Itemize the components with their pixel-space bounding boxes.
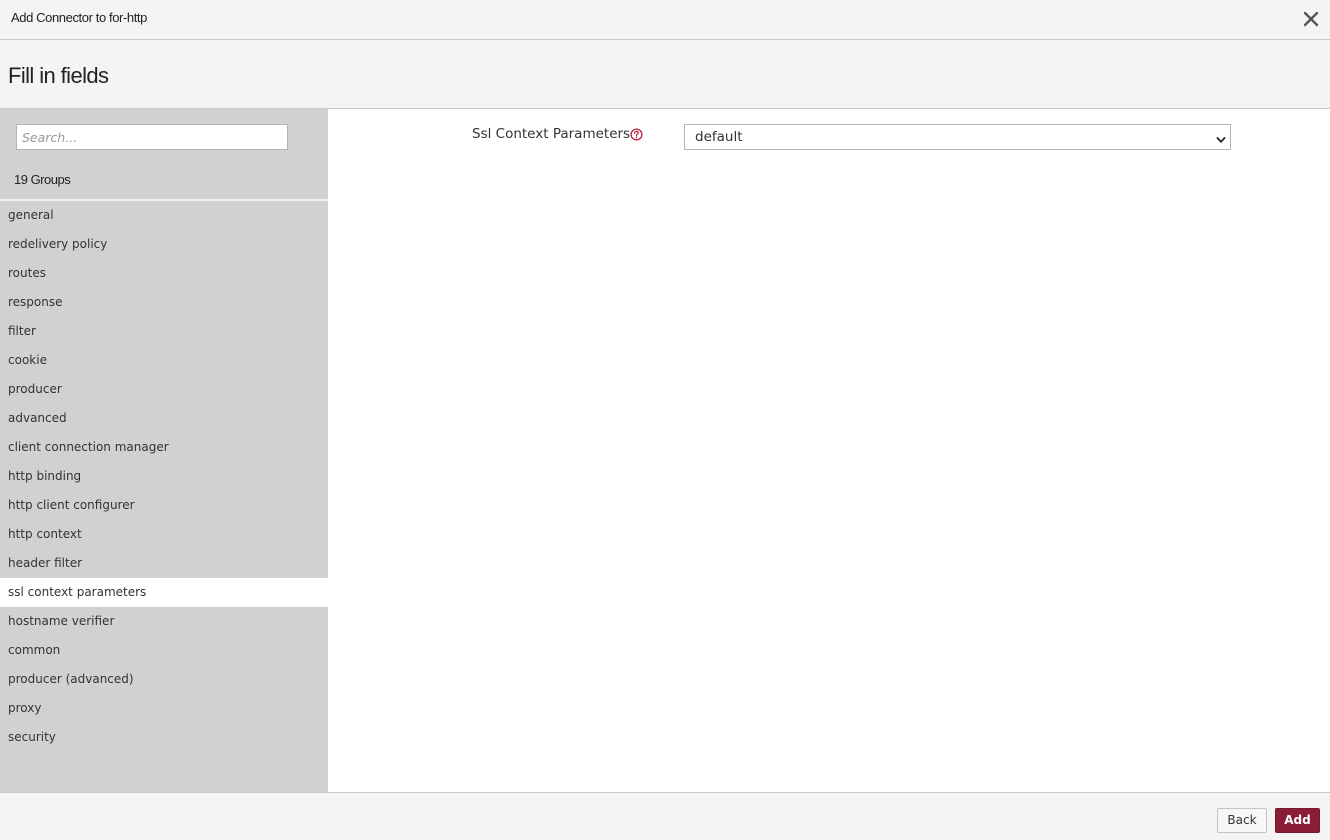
page-title: Fill in fields [8, 63, 109, 88]
sidebar-item-routes[interactable]: routes [0, 259, 328, 288]
sidebar-item-producer-advanced[interactable]: producer (advanced) [0, 665, 328, 694]
sidebar-item-common[interactable]: common [0, 636, 328, 665]
group-count: 19 Groups [14, 172, 71, 187]
group-list: general redelivery policy routes response fi… [0, 201, 328, 752]
sidebar-item-client-connection-manager[interactable]: client connection manager [0, 433, 328, 462]
sidebar-item-header-filter[interactable]: header filter [0, 549, 328, 578]
close-icon[interactable] [1299, 7, 1323, 31]
search-input[interactable] [16, 124, 288, 150]
sidebar-item-security[interactable]: security [0, 723, 328, 752]
sidebar-item-hostname-verifier[interactable]: hostname verifier [0, 607, 328, 636]
question-circle-icon[interactable] [630, 128, 643, 141]
sidebar-item-filter[interactable]: filter [0, 317, 328, 346]
sidebar-item-redelivery-policy[interactable]: redelivery policy [0, 230, 328, 259]
sidebar-item-proxy[interactable]: proxy [0, 694, 328, 723]
sidebar-item-http-context[interactable]: http context [0, 520, 328, 549]
sidebar-item-advanced[interactable]: advanced [0, 404, 328, 433]
ssl-context-parameters-select[interactable]: default [684, 124, 1231, 150]
dialog-titlebar: Add Connector to for-http [0, 0, 1330, 40]
sidebar-item-http-binding[interactable]: http binding [0, 462, 328, 491]
sidebar-item-response[interactable]: response [0, 288, 328, 317]
ssl-context-parameters-label: Ssl Context Parameters [472, 126, 631, 142]
back-button[interactable]: Back [1217, 808, 1267, 833]
add-button[interactable]: Add [1275, 808, 1320, 833]
groups-sidebar: 19 Groups generalredelivery policyroutes… [0, 109, 328, 792]
select-value: default [695, 129, 743, 145]
chevron-down-icon [1216, 132, 1226, 143]
sidebar-item-producer[interactable]: producer [0, 375, 328, 404]
dialog-footer: Back Add [0, 792, 1330, 840]
form-panel: Ssl Context Parameters default [328, 109, 1330, 792]
sidebar-item-general[interactable]: general [0, 201, 328, 230]
sidebar-item-cookie[interactable]: cookie [0, 346, 328, 375]
dialog-title: Add Connector to for-http [11, 10, 147, 25]
sidebar-item-http-client-configurer[interactable]: http client configurer [0, 491, 328, 520]
page-heading: Fill in fields [0, 40, 1330, 109]
sidebar-item-ssl-context-parameters[interactable]: ssl context parameters [0, 578, 328, 607]
